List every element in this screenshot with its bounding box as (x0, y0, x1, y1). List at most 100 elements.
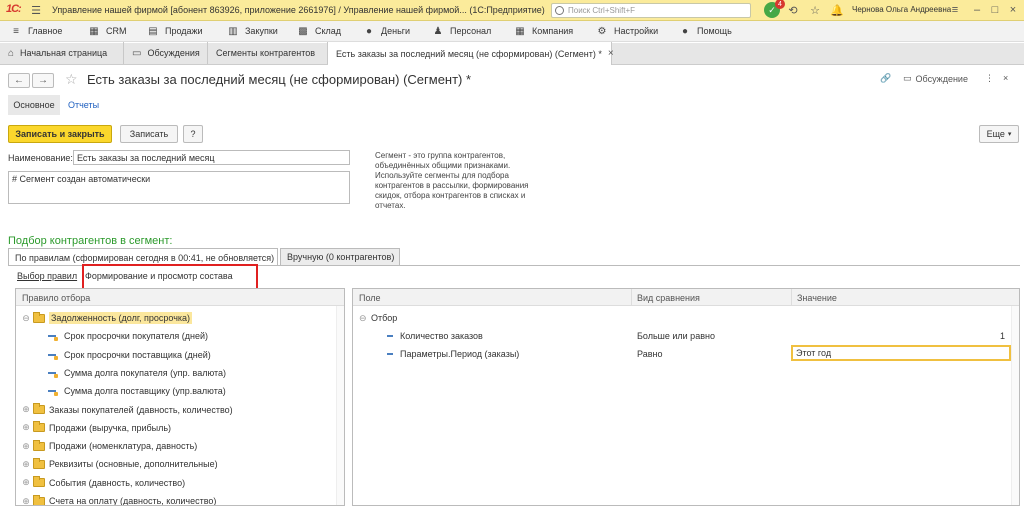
expand-icon[interactable]: ⊕ (22, 422, 30, 432)
chat-icon: ▭ (132, 47, 142, 59)
rule-field-item[interactable]: Срок просрочки покупателя (дней) (16, 327, 344, 345)
minimize-icon[interactable]: – (970, 3, 984, 17)
settings-icon[interactable]: ≡ (948, 3, 962, 17)
global-search-input[interactable]: Поиск Ctrl+Shift+F (551, 2, 751, 18)
rule-group-item[interactable]: ⊕ Заказы покупателей (давность, количеств… (16, 401, 344, 419)
filter-compare[interactable]: Равно (637, 349, 662, 359)
expand-icon[interactable]: ⊕ (22, 404, 30, 414)
menu-settings[interactable]: ⚙ Настройки (596, 21, 659, 42)
segment-description: Сегмент - это группа контрагентов, объед… (375, 151, 529, 210)
rule-label: Счета на оплату (давность, количество) (49, 496, 217, 506)
main-menu: ≡ Главное ▦ CRM ▤ Продажи ▥ Закупки ▩ Склад ●… (0, 21, 1024, 42)
form-close-icon[interactable]: × (1003, 73, 1008, 83)
close-icon[interactable]: × (1006, 3, 1020, 17)
tab-segments[interactable]: Сегменты контрагентов (208, 42, 328, 64)
rule-field-item[interactable]: Сумма долга покупателя (упр. валюта) (16, 364, 344, 382)
back-button[interactable]: ← (8, 73, 30, 88)
rule-group-item[interactable]: ⊕ События (давность, количество) (16, 474, 344, 492)
money-icon: ● (365, 25, 373, 37)
close-tab-icon[interactable]: × (608, 48, 614, 59)
column-compare: Вид сравнения (637, 293, 700, 303)
column-separator (631, 289, 632, 306)
rule-field-item[interactable]: Срок просрочки поставщика (дней) (16, 346, 344, 364)
filter-value[interactable]: 1 (1000, 331, 1005, 341)
menu-crm[interactable]: ▦ CRM (88, 21, 126, 42)
history-icon[interactable]: ⟲ (786, 3, 800, 17)
menu-help[interactable]: ● Помощь (679, 21, 732, 42)
rule-group-item[interactable]: ⊕ Реквизиты (основные, дополнительные) (16, 455, 344, 473)
save-and-close-button[interactable]: Записать и закрыть (8, 125, 112, 143)
filter-group-row[interactable]: ⊖ Отбор (353, 309, 1019, 327)
tab-manual[interactable]: Вручную (0 контрагентов) (280, 248, 400, 265)
menu-sales[interactable]: ▤ Продажи (147, 21, 202, 42)
expand-icon[interactable]: ⊕ (22, 441, 30, 451)
maximize-icon[interactable]: □ (988, 3, 1002, 17)
column-separator (791, 289, 792, 306)
open-tabs-bar: ⌂ Начальная страница ▭ Обсуждения Сегменты… (0, 42, 1024, 65)
field-icon (48, 331, 58, 342)
field-icon (48, 350, 58, 360)
rule-field-item[interactable]: Сумма долга поставщику (упр.валюта) (16, 382, 344, 400)
column-rule: Правило отбора (22, 293, 91, 303)
help-button[interactable]: ? (183, 125, 203, 143)
tab-discussions[interactable]: ▭ Обсуждения (124, 42, 208, 64)
collapse-icon[interactable]: ⊖ (22, 313, 30, 323)
nav-main[interactable]: Основное (8, 95, 60, 115)
menu-money[interactable]: ● Деньги (363, 21, 410, 42)
rule-group-item[interactable]: ⊖ Задолженность (долг, просрочка) (16, 309, 344, 327)
field-icon (387, 353, 393, 355)
notifications-icon[interactable]: ✓ 4 (764, 0, 785, 18)
form-menu-icon[interactable]: ⋮ (985, 73, 994, 84)
filter-row[interactable]: Параметры.Период (заказы) Равно Этот год (353, 345, 1019, 363)
company-icon: ▦ (515, 25, 525, 37)
folder-icon (33, 403, 45, 414)
name-field[interactable]: Есть заказы за последний месяц (73, 150, 350, 165)
section-title: Подбор контрагентов в сегмент: (8, 235, 173, 247)
rules-tree-header: Правило отбора (16, 289, 344, 306)
field-icon (387, 335, 393, 337)
link-icon[interactable]: 🔗 (880, 73, 891, 84)
rule-group-item[interactable]: ⊕ Продажи (выручка, прибыль) (16, 419, 344, 437)
more-button[interactable]: Еще ▾ (979, 125, 1019, 143)
menu-main[interactable]: ≡ Главное (10, 21, 62, 42)
form-title: Есть заказы за последний месяц (не сформ… (87, 72, 472, 87)
menu-purchases[interactable]: ▥ Закупки (227, 21, 278, 42)
filter-scrollbar[interactable] (1011, 306, 1019, 505)
hamburger-icon[interactable]: ☰ (28, 2, 44, 18)
collapse-icon[interactable]: ⊖ (359, 313, 367, 324)
discussion-button[interactable]: ▭ Обсуждение (903, 73, 968, 84)
save-button[interactable]: Записать (120, 125, 178, 143)
tab-home[interactable]: ⌂ Начальная страница (0, 42, 124, 64)
nav-reports[interactable]: Отчеты (68, 100, 99, 110)
search-icon (555, 5, 564, 15)
rules-scrollbar[interactable] (336, 306, 344, 505)
comment-field[interactable]: # Сегмент создан автоматически (8, 171, 350, 204)
window-title: Управление нашей фирмой [абонент 863926,… (52, 5, 545, 15)
menu-staff[interactable]: ♟ Персонал (432, 21, 492, 42)
tab-segment-form[interactable]: Есть заказы за последний месяц (не сформ… (328, 42, 614, 65)
folder-icon (33, 494, 45, 505)
bell-icon[interactable]: 🔔 (830, 3, 844, 17)
rule-label: Продажи (номенклатура, давность) (49, 441, 198, 452)
forward-button[interactable]: → (32, 73, 54, 88)
rule-label: Заказы покупателей (давность, количество… (49, 404, 233, 415)
expand-icon[interactable]: ⊕ (22, 459, 30, 469)
discussion-icon: ▭ (903, 73, 912, 83)
rule-group-item[interactable]: ⊕ Продажи (номенклатура, давность) (16, 437, 344, 455)
menu-warehouse[interactable]: ▩ Склад (297, 21, 341, 42)
rule-label: Срок просрочки поставщика (дней) (64, 349, 211, 360)
filter-value-input[interactable]: Этот год (791, 345, 1011, 361)
filter-compare[interactable]: Больше или равно (637, 331, 715, 341)
warehouse-icon: ▩ (298, 25, 308, 37)
filter-row[interactable]: Количество заказов Больше или равно 1 (353, 327, 1019, 345)
rule-group-item[interactable]: ⊕ Счета на оплату (давность, количество) (16, 492, 344, 506)
rules-tree-panel: Правило отбора ⊖ Задолженность (долг, про… (15, 288, 345, 506)
favorites-icon[interactable]: ☆ (808, 3, 822, 17)
menu-company[interactable]: ▦ Компания (514, 21, 573, 42)
expand-icon[interactable]: ⊕ (22, 477, 30, 487)
staff-icon: ♟ (433, 25, 443, 37)
favorite-star-icon[interactable]: ☆ (65, 71, 78, 88)
expand-icon[interactable]: ⊕ (22, 496, 30, 506)
rules-selection-link[interactable]: Выбор правил (17, 271, 77, 281)
user-name[interactable]: Чернова Ольга Андреевна (852, 5, 951, 14)
